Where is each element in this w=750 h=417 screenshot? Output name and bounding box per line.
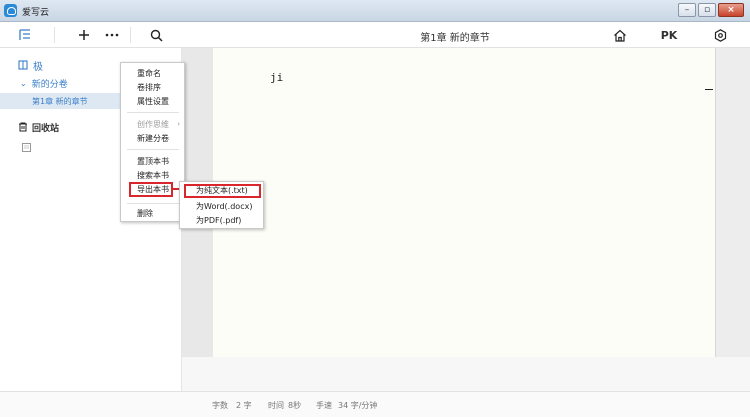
time-value: 8秒: [288, 401, 302, 410]
minimize-button[interactable]: –: [678, 3, 696, 17]
search-button[interactable]: [146, 22, 166, 48]
minimize-icon: –: [684, 5, 690, 15]
book-icon: [18, 60, 28, 70]
home-button[interactable]: [610, 22, 630, 48]
window-titlebar: 爱写云 – ▫ ×: [0, 0, 750, 22]
more-button[interactable]: [102, 22, 122, 48]
editor-footer-area: [182, 357, 750, 391]
menu-separator: [127, 203, 179, 204]
speed-label: 手速: [316, 401, 332, 410]
home-icon: [614, 29, 626, 42]
menu-item-rename[interactable]: 重命名: [121, 67, 184, 80]
toolbar-divider: [130, 27, 131, 43]
toolbar-divider: [54, 27, 55, 43]
speed-value: 34 字/分钟: [338, 401, 378, 410]
status-bar: 字数 2 字 时间 8秒 手速 34 字/分钟: [0, 391, 750, 417]
menu-item-sort-volumes[interactable]: 卷排序: [121, 81, 184, 94]
window-title: 爱写云: [22, 8, 50, 18]
document-title: 第1章 新的章节: [420, 33, 490, 44]
close-button[interactable]: ×: [718, 3, 744, 17]
time-label: 时间: [268, 401, 284, 410]
chevron-down-icon: ⌄: [20, 78, 27, 88]
menu-item-new-volume[interactable]: 新建分卷: [121, 132, 184, 145]
volume-name: 新的分卷: [31, 79, 68, 90]
editor-content[interactable]: ji: [270, 71, 283, 84]
main-toolbar: 第1章 新的章节 PK: [0, 22, 750, 48]
recycle-label: 回收站: [32, 123, 60, 134]
word-count-value: 2 字: [236, 401, 252, 410]
search-icon: [150, 29, 163, 42]
settings-icon: [714, 28, 726, 42]
document-icon: [22, 142, 31, 152]
menu-item-creative-thinking[interactable]: 创作思维 ›: [121, 118, 184, 131]
app-logo-icon: [4, 4, 17, 17]
export-txt-option[interactable]: 为纯文本(.txt): [184, 184, 261, 198]
tree-toggle-button[interactable]: [14, 22, 36, 48]
editor-scrollbar[interactable]: [715, 48, 750, 357]
tree-toggle-icon: [19, 29, 30, 40]
chevron-right-icon: ›: [177, 120, 180, 128]
text-editor[interactable]: ji: [213, 48, 715, 357]
maximize-icon: ▫: [703, 5, 711, 15]
editor-cursor-marker: [705, 89, 713, 90]
menu-item-delete[interactable]: 删除: [121, 207, 184, 220]
maximize-button[interactable]: ▫: [698, 3, 716, 17]
export-pdf-option[interactable]: 为PDF(.pdf): [184, 214, 261, 227]
menu-item-pin-book[interactable]: 置顶本书: [121, 155, 184, 168]
book-name: 极: [33, 61, 43, 73]
trash-icon: [19, 122, 27, 132]
add-button[interactable]: [74, 22, 94, 48]
menu-separator: [127, 112, 179, 113]
export-docx-option[interactable]: 为Word(.docx): [184, 200, 261, 213]
pk-button[interactable]: PK: [656, 22, 682, 48]
word-count-label: 字数: [212, 401, 228, 410]
chapter-name: 第1章 新的章节: [32, 96, 88, 106]
settings-button[interactable]: [710, 22, 730, 48]
menu-separator: [127, 149, 179, 150]
menu-item-search-book[interactable]: 搜索本书: [121, 169, 184, 182]
export-submenu: 为纯文本(.txt) 为Word(.docx) 为PDF(.pdf): [179, 181, 264, 229]
creative-thinking-label: 创作思维: [137, 120, 169, 129]
window-controls: – ▫ ×: [678, 3, 744, 17]
add-icon: [79, 30, 89, 40]
more-icon: [105, 33, 119, 37]
close-icon: ×: [727, 5, 735, 15]
menu-item-export-book[interactable]: 导出本书: [129, 182, 173, 197]
book-context-menu: 重命名 卷排序 属性设置 创作思维 › 新建分卷 置顶本书 搜索本书 导出本书 …: [120, 62, 185, 222]
menu-item-properties[interactable]: 属性设置: [121, 95, 184, 108]
